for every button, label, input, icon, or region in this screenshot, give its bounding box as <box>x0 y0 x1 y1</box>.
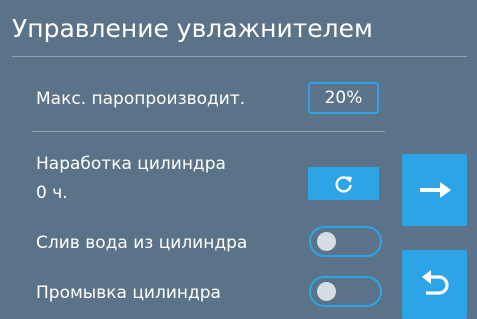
flush-label: Промывка цилиндра <box>36 283 221 303</box>
next-button[interactable] <box>402 154 467 226</box>
toggle-knob <box>317 282 336 301</box>
cylinder-hours-value: 0 ч. <box>36 183 68 203</box>
cylinder-hours-label: Наработка цилиндра <box>36 154 226 174</box>
arrow-right-icon <box>419 182 451 198</box>
reset-hours-button[interactable] <box>308 167 379 200</box>
drain-label: Слив вода из цилиндра <box>36 233 248 253</box>
page-title: Управление увлажнителем <box>12 14 373 43</box>
back-button[interactable] <box>402 250 467 319</box>
toggle-knob <box>317 232 336 251</box>
return-icon <box>421 269 449 295</box>
section-divider <box>32 131 385 132</box>
refresh-icon <box>335 175 352 193</box>
max-steam-input[interactable]: 20% <box>308 82 379 114</box>
title-divider <box>12 56 467 57</box>
drain-toggle[interactable] <box>309 226 382 257</box>
flush-toggle[interactable] <box>309 276 382 307</box>
max-steam-label: Макс. паропроизводит. <box>36 89 246 109</box>
